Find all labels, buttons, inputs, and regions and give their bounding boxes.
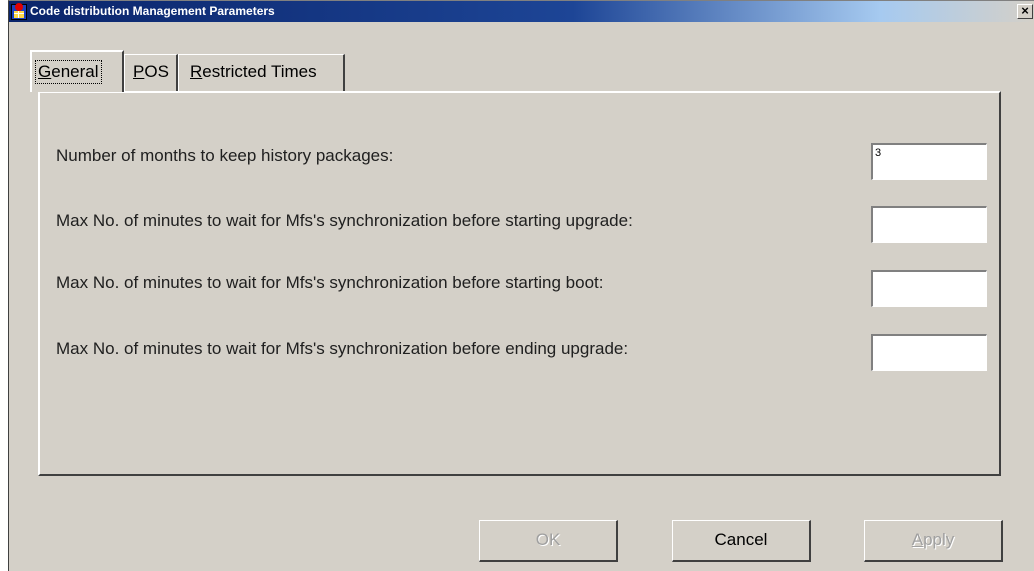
apply-button[interactable]: Apply [864,520,1003,562]
tab-general[interactable]: General [30,50,124,92]
months-history-input[interactable]: 3 [871,143,987,180]
tab-restricted-times[interactable]: Restricted Times [178,54,345,91]
wait-before-boot-label: Max No. of minutes to wait for Mfs's syn… [56,273,604,292]
tab-pos[interactable]: POS [124,54,178,91]
tab-label: eneral [51,62,99,81]
window-title: Code distribution Management Parameters [30,4,275,18]
wait-ending-upgrade-label: Max No. of minutes to wait for Mfs's syn… [56,339,629,358]
tab-label: estricted Times [202,62,317,81]
wait-ending-upgrade-input[interactable] [871,334,987,371]
app-icon [11,3,27,20]
wait-before-boot-input[interactable] [871,270,987,307]
ok-button[interactable]: OK [479,520,618,562]
wait-before-upgrade-label: Max No. of minutes to wait for Mfs's syn… [56,211,633,230]
tab-pos-label: POS [133,62,169,81]
tab-restricted-times-label: Restricted Times [190,62,317,81]
tab-general-label: General [35,60,102,84]
title-bar[interactable]: Code distribution Management Parameters … [9,1,1034,22]
cancel-button[interactable]: Cancel [672,520,811,562]
wait-before-upgrade-input[interactable] [871,206,987,243]
close-icon[interactable]: × [1017,4,1033,19]
tab-label: OS [144,62,169,81]
months-history-label: Number of months to keep history package… [56,146,394,165]
